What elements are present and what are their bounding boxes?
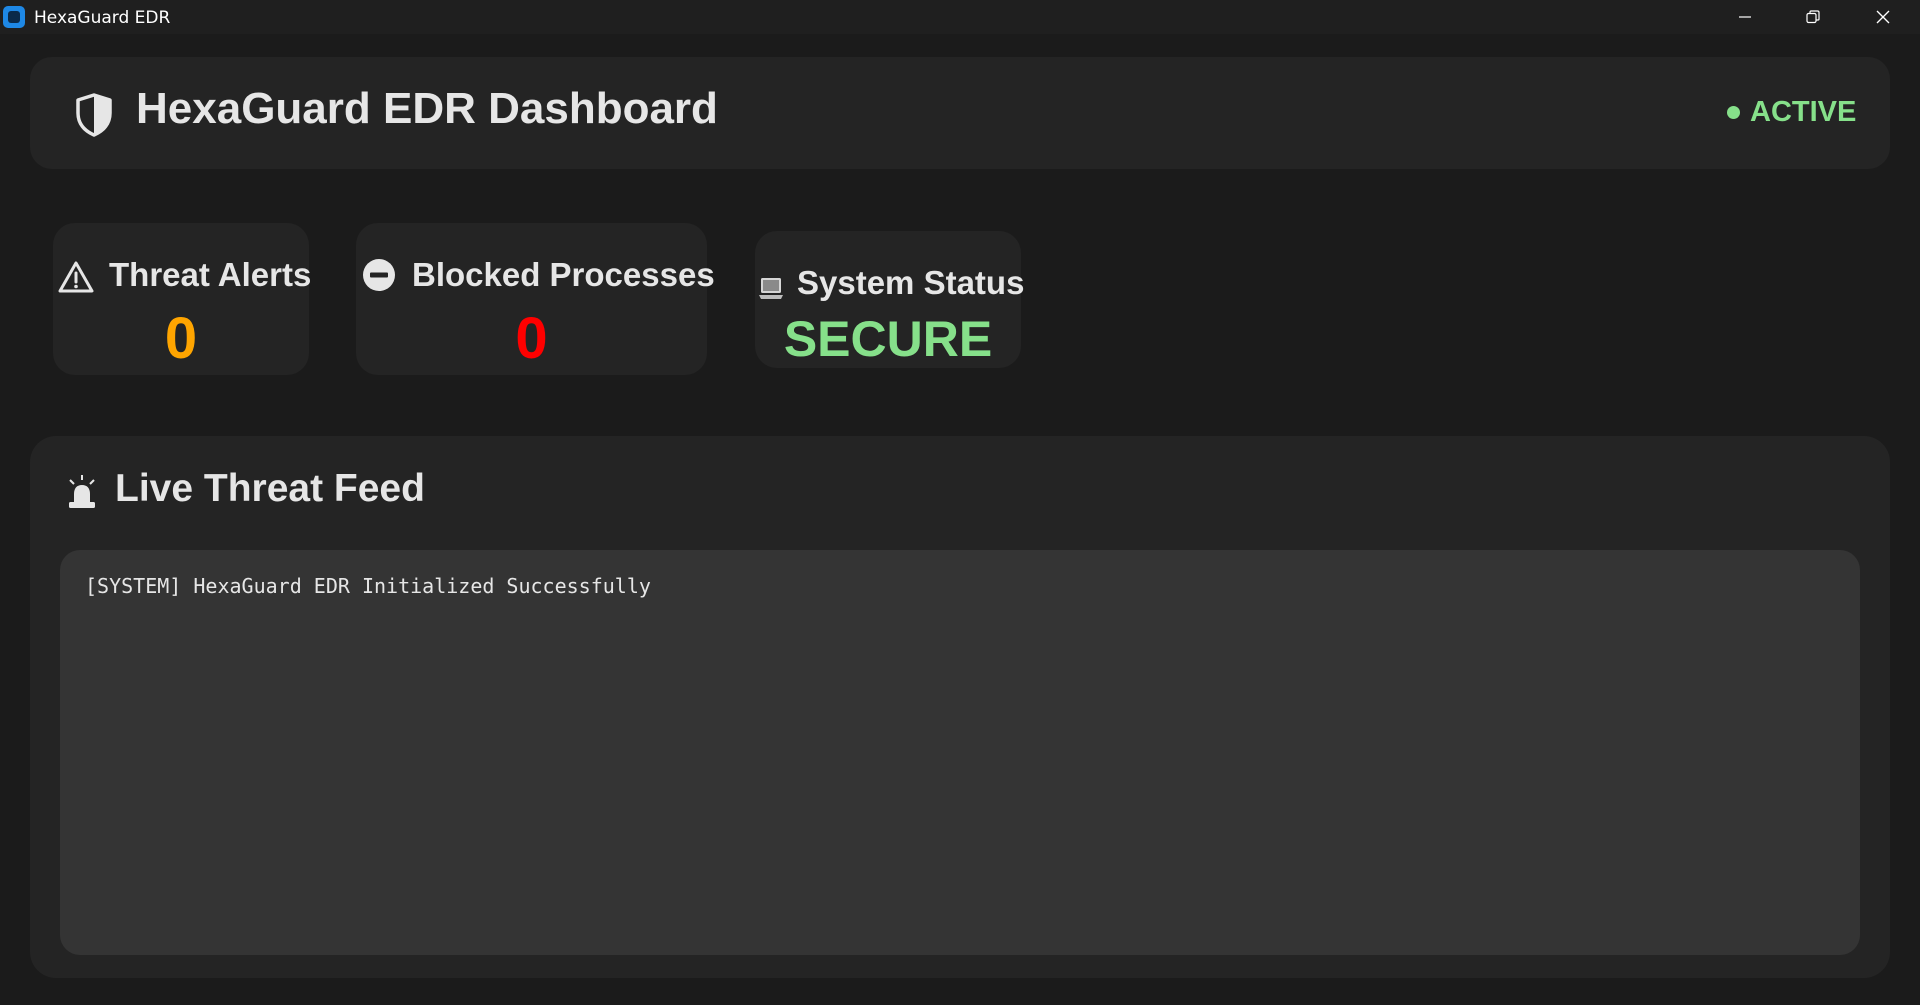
feed-title: Live Threat Feed [115, 467, 425, 510]
threat-alerts-count: 0 [164, 306, 198, 371]
threat-alerts-label: Threat Alerts [109, 256, 312, 293]
window-title: HexaGuard EDR [34, 8, 171, 28]
title-bar: HexaGuard EDR [0, 0, 1920, 34]
laptop-icon [759, 278, 783, 299]
feed-log[interactable] [60, 550, 1860, 955]
feed-log-line: [SYSTEM] HexaGuard EDR Initialized Succe… [85, 574, 651, 598]
shield-icon [76, 93, 112, 137]
page-title: HexaGuard EDR Dashboard [136, 84, 718, 133]
system-status-value: SECURE [783, 311, 993, 367]
close-icon [1876, 10, 1890, 24]
warning-icon [58, 261, 94, 293]
minimize-icon [1739, 16, 1751, 18]
blocked-processes-label: Blocked Processes [412, 256, 715, 293]
blocked-processes-count: 0 [515, 306, 548, 371]
status-dot-icon [1727, 106, 1740, 119]
minimize-button[interactable] [1710, 0, 1780, 34]
restore-icon [1806, 10, 1820, 24]
siren-icon [69, 475, 95, 508]
no-entry-icon [363, 259, 395, 291]
close-button[interactable] [1848, 0, 1918, 34]
restore-button[interactable] [1778, 0, 1848, 34]
status-badge: ACTIVE [1750, 96, 1857, 128]
app-icon [3, 6, 25, 28]
system-status-label: System Status [797, 264, 1025, 301]
